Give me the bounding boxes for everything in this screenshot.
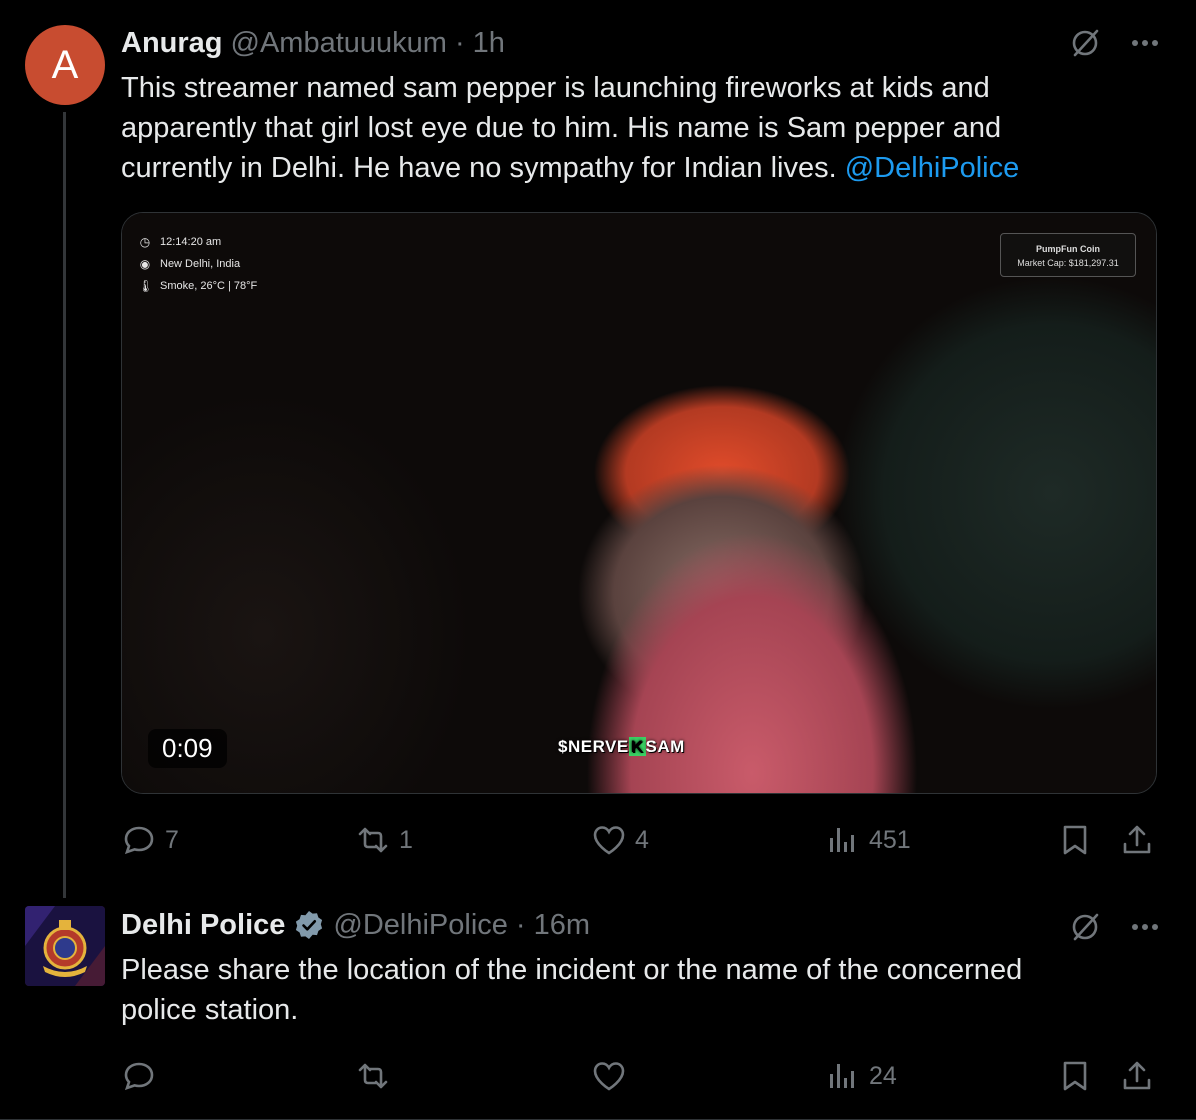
video-player[interactable]: ◷ 12:14:20 am ◉ New Delhi, India 🌡 Smoke, 2… <box>121 212 1157 794</box>
tweet-text-line: currently in Delhi. He have no sympathy … <box>121 152 1020 184</box>
like-button[interactable]: 4 <box>591 822 649 858</box>
reply-icon <box>124 826 154 855</box>
repost-button[interactable] <box>355 1058 391 1094</box>
like-icon <box>593 1062 625 1091</box>
verified-badge-icon[interactable] <box>293 909 325 941</box>
views-button[interactable]: 24 <box>825 1058 897 1094</box>
bookmark-icon <box>1063 1061 1087 1091</box>
author-handle[interactable]: @DelhiPolice <box>333 909 508 942</box>
timestamp[interactable]: 16m <box>534 909 590 942</box>
share-icon <box>1123 1061 1151 1090</box>
thermometer-icon: 🌡 <box>138 279 154 293</box>
like-count: 4 <box>635 825 649 854</box>
share-button[interactable] <box>1119 822 1155 858</box>
coin-overlay: PumpFun Coin Market Cap: $181,297.31 <box>1000 233 1136 277</box>
reply-button[interactable]: 7 <box>121 822 179 858</box>
video-caption-sticker: $NERVE K SAM <box>558 737 685 756</box>
author-handle[interactable]: @Ambatuuukum <box>231 27 447 60</box>
like-icon <box>593 826 625 855</box>
views-count: 451 <box>869 825 911 854</box>
separator-dot: · <box>515 908 526 941</box>
views-icon <box>830 828 854 852</box>
tweet-delhi-police[interactable]: Delhi Police @DelhiPolice · 16m Please s… <box>0 890 1196 1120</box>
bookmark-icon <box>1063 825 1087 855</box>
repost-icon <box>358 827 388 853</box>
share-icon <box>1123 825 1151 854</box>
grok-icon[interactable] <box>1066 908 1104 946</box>
separator-dot: · <box>454 26 465 59</box>
tweet-top-icons <box>1066 24 1164 62</box>
author-name[interactable]: Delhi Police <box>121 909 285 942</box>
tweet-text-line: Please share the location of the inciden… <box>121 954 1023 986</box>
tweet-header: Delhi Police @DelhiPolice · 16m <box>121 908 590 942</box>
reply-count: 7 <box>165 825 179 854</box>
more-icon[interactable] <box>1126 908 1164 946</box>
like-button[interactable] <box>591 1058 627 1094</box>
tweet-anurag[interactable]: A Anurag @Ambatuuukum · 1h This streamer… <box>0 0 1196 898</box>
reply-icon <box>124 1062 154 1091</box>
repost-count: 1 <box>399 825 413 854</box>
author-name[interactable]: Anurag <box>121 27 223 60</box>
video-duration: 0:09 <box>148 729 227 768</box>
tweet-text-line: apparently that girl lost eye due to him… <box>121 112 1002 144</box>
more-icon[interactable] <box>1126 24 1164 62</box>
avatar[interactable] <box>25 906 105 986</box>
tweet-text-line: police station. <box>121 994 299 1026</box>
repost-button[interactable]: 1 <box>355 822 413 858</box>
bookmark-button[interactable] <box>1057 822 1093 858</box>
location-pin-icon: ◉ <box>139 257 151 271</box>
tweet-text-line: This streamer named sam pepper is launch… <box>121 72 990 104</box>
thread-line <box>63 112 66 898</box>
views-icon <box>830 1064 854 1088</box>
police-emblem-icon <box>25 906 105 986</box>
views-count: 24 <box>869 1061 897 1090</box>
mention-link[interactable]: @DelhiPolice <box>845 152 1020 184</box>
tweet-header: Anurag @Ambatuuukum · 1h <box>121 26 505 60</box>
tweet-text: Please share the location of the inciden… <box>121 950 1161 1030</box>
timestamp[interactable]: 1h <box>473 27 505 60</box>
action-bar: 7 1 4 451 <box>121 820 1161 860</box>
tweet-top-icons <box>1066 908 1164 946</box>
views-button[interactable]: 451 <box>825 822 911 858</box>
bookmark-button[interactable] <box>1057 1058 1093 1094</box>
clock-icon: ◷ <box>139 235 151 249</box>
repost-icon <box>358 1063 388 1089</box>
action-bar: 24 <box>121 1056 1161 1096</box>
reply-button[interactable] <box>121 1058 157 1094</box>
stream-overlay: ◷ 12:14:20 am ◉ New Delhi, India 🌡 Smoke, 2… <box>138 231 257 297</box>
tweet-text: This streamer named sam pepper is launch… <box>121 68 1161 188</box>
grok-icon[interactable] <box>1066 24 1104 62</box>
video-frame <box>122 213 1156 793</box>
share-button[interactable] <box>1119 1058 1155 1094</box>
avatar[interactable]: A <box>25 25 105 105</box>
